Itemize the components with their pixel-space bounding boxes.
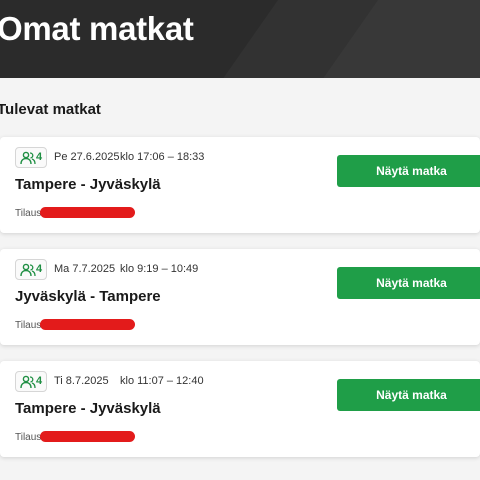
passenger-count-badge: 4 xyxy=(15,371,47,392)
trip-date: Ma 7.7.2025 xyxy=(54,263,116,275)
page-header: Omat matkat xyxy=(0,0,480,78)
trip-date: Pe 27.6.2025 xyxy=(54,151,120,163)
page-title: Omat matkat xyxy=(0,10,194,47)
passenger-count: 4 xyxy=(36,151,43,163)
trip-card: 4 Pe 27.6.2025 klo 17:06 – 18:33 Tampere… xyxy=(0,137,480,233)
trip-card: 4 Ti 8.7.2025 klo 11:07 – 12:40 Tampere … xyxy=(0,361,480,457)
passenger-count-badge: 4 xyxy=(15,147,47,168)
passengers-icon xyxy=(20,151,36,165)
trip-route: Tampere - Jyväskylä xyxy=(15,400,161,417)
order-number-redaction xyxy=(40,431,135,442)
trip-time: klo 17:06 – 18:33 xyxy=(120,151,205,163)
trip-time: klo 11:07 – 12:40 xyxy=(120,375,204,387)
order-number-redaction xyxy=(40,319,135,330)
passengers-icon xyxy=(20,263,36,277)
show-trip-button[interactable]: Näytä matka xyxy=(337,379,480,411)
trip-time: klo 9:19 – 10:49 xyxy=(120,263,199,275)
show-trip-button[interactable]: Näytä matka xyxy=(337,155,480,187)
passenger-count-badge: 4 xyxy=(15,259,47,280)
trip-route: Jyväskylä - Tampere xyxy=(15,288,161,305)
trip-route: Tampere - Jyväskylä xyxy=(15,176,161,193)
passengers-icon xyxy=(20,375,36,389)
trip-date: Ti 8.7.2025 xyxy=(54,375,109,387)
show-trip-button[interactable]: Näytä matka xyxy=(337,267,480,299)
passenger-count: 4 xyxy=(36,375,43,387)
section-title-upcoming-trips: Tulevat matkat xyxy=(0,101,101,118)
trip-card: 4 Ma 7.7.2025 klo 9:19 – 10:49 Jyväskylä… xyxy=(0,249,480,345)
order-number-redaction xyxy=(40,207,135,218)
passenger-count: 4 xyxy=(36,263,43,275)
